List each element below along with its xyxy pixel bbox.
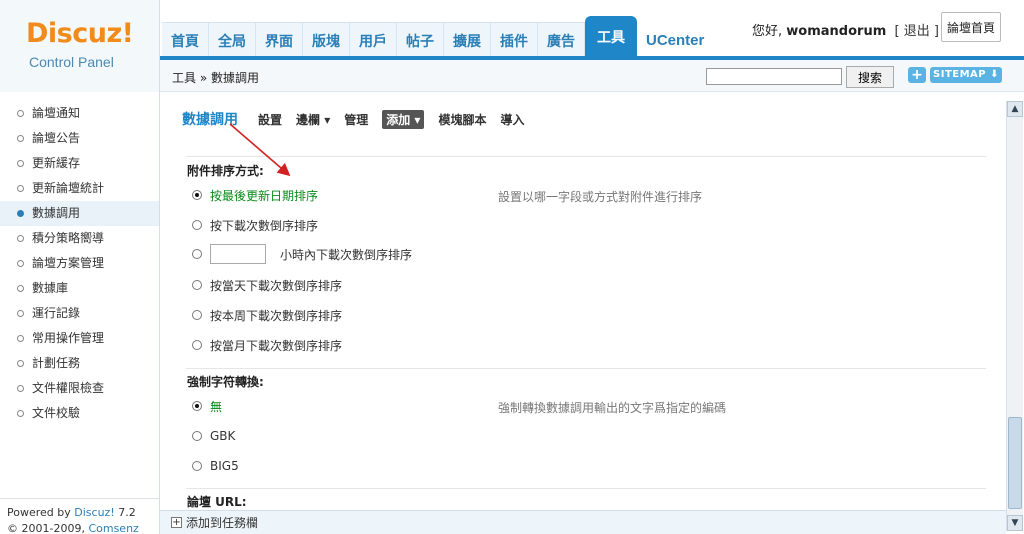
divider [186, 488, 986, 489]
version-text: 7.2 [118, 506, 136, 519]
sidebar-item-forum-schemes[interactable]: 論壇方案管理 [0, 251, 159, 276]
radio[interactable] [192, 340, 202, 350]
logo-subtitle: Control Panel [29, 54, 114, 70]
tab-tools[interactable]: 工具 [585, 16, 637, 58]
sidebar-item-update-stats[interactable]: 更新論壇統計 [0, 176, 159, 201]
tab-interface[interactable]: 界面 [256, 22, 303, 58]
subnav-module-script[interactable]: 模塊腳本 [438, 111, 486, 128]
tab-ads[interactable]: 廣告 [538, 22, 585, 58]
radio[interactable] [192, 431, 202, 441]
discuz-link[interactable]: Discuz! [74, 506, 114, 519]
radio[interactable] [192, 220, 202, 230]
logo-brand: Discuz! [26, 18, 134, 49]
sidebar-item-logs[interactable]: 運行記錄 [0, 301, 159, 326]
scroll-down-icon[interactable]: ▼ [1007, 515, 1023, 531]
option-sort-week[interactable]: 按本周下載次數倒序排序 [192, 306, 342, 324]
option-label: 按最後更新日期排序 [210, 188, 319, 203]
option-label: 小時內下載次數倒序排序 [280, 247, 413, 262]
option-charset-gbk[interactable]: GBK [192, 427, 235, 445]
option-charset-big5[interactable]: BIG5 [192, 457, 239, 475]
option-label: 按下載次數倒序排序 [210, 218, 319, 233]
radio[interactable] [192, 310, 202, 320]
scroll-thumb[interactable] [1008, 417, 1022, 509]
radio[interactable] [192, 249, 202, 259]
subnav-manage[interactable]: 管理 [344, 111, 368, 128]
subnav-sidebar[interactable]: 邊欄 ▾ [296, 111, 330, 128]
charset-hint: 強制轉換數據調用輸出的文字爲指定的編碼 [498, 401, 727, 415]
powered-text: Powered by [7, 506, 71, 519]
search-input[interactable] [706, 68, 842, 85]
option-label: 按當月下載次數倒序排序 [210, 338, 343, 353]
tab-home[interactable]: 首頁 [162, 22, 209, 58]
option-label: 按當天下載次數倒序排序 [210, 278, 343, 293]
sidebar-item-data-call[interactable]: 數據調用 [0, 201, 159, 226]
sidebar-item-forum-notice[interactable]: 論壇通知 [0, 101, 159, 126]
sidebar-item-database[interactable]: 數據庫 [0, 276, 159, 301]
greeting: 您好, [752, 24, 783, 39]
tab-users[interactable]: 用戶 [350, 22, 397, 58]
sitemap-button[interactable]: SITEMAP ⬇ [930, 67, 1002, 83]
option-sort-month[interactable]: 按當月下載次數倒序排序 [192, 336, 342, 354]
add-shortcut-icon[interactable]: + [908, 67, 926, 83]
tab-extensions[interactable]: 擴展 [444, 22, 491, 58]
attach-sort-hint: 設置以哪一字段或方式對附件進行排序 [498, 190, 703, 204]
radio-selected[interactable] [192, 190, 202, 200]
option-label: BIG5 [210, 459, 239, 473]
sidebar-item-update-cache[interactable]: 更新緩存 [0, 151, 159, 176]
logout-link[interactable]: [ 退出 ] [895, 24, 939, 39]
search-button[interactable]: 搜索 [846, 66, 894, 88]
tab-global[interactable]: 全局 [209, 22, 256, 58]
annotation-arrow-icon [229, 123, 291, 177]
option-label: 無 [210, 399, 223, 414]
breadcrumb-bar: 工具 » 數據調用 搜索 + SITEMAP ⬇ [160, 60, 1024, 92]
forum-url-title: 論壇 URL: [187, 495, 247, 509]
subnav-add[interactable]: 添加 ▾ [382, 109, 425, 129]
sidebar-item-common-ops[interactable]: 常用操作管理 [0, 326, 159, 351]
logo: Discuz! Control Panel [0, 0, 160, 92]
subnav-import[interactable]: 導入 [500, 111, 524, 128]
option-label: GBK [210, 429, 236, 443]
forum-home-button[interactable]: 論壇首頁 [941, 12, 1001, 42]
footer-powered: Powered by Discuz! 7.2 [7, 505, 159, 521]
option-sort-hourly[interactable]: 小時內下載次數倒序排序 [192, 244, 413, 264]
add-to-taskbar[interactable]: + 添加到任務欄 [171, 514, 258, 531]
option-charset-none[interactable]: 無 [192, 397, 222, 415]
vertical-scrollbar[interactable]: ▲ ▼ [1006, 101, 1023, 531]
user-info: 您好, womandorum [ 退出 ] [752, 20, 939, 39]
hours-input[interactable] [210, 244, 266, 264]
tab-plugins[interactable]: 插件 [491, 22, 538, 58]
option-sort-today[interactable]: 按當天下載次數倒序排序 [192, 276, 342, 294]
breadcrumb: 工具 » 數據調用 [172, 71, 259, 85]
main-nav: 首頁 全局 界面 版塊 用戶 帖子 擴展 插件 廣告 工具 UCenter [162, 16, 714, 58]
add-to-taskbar-label: 添加到任務欄 [186, 516, 259, 530]
sidebar-item-file-verify[interactable]: 文件校驗 [0, 401, 159, 426]
scroll-up-icon[interactable]: ▲ [1007, 101, 1023, 117]
footer-copyright: © 2001-2009, Comsenz Inc. [7, 521, 159, 534]
username: womandorum [786, 24, 887, 39]
sidebar-item-credits-wizard[interactable]: 積分策略嚮導 [0, 226, 159, 251]
option-sort-downloads[interactable]: 按下載次數倒序排序 [192, 216, 318, 234]
radio[interactable] [192, 280, 202, 290]
radio-selected[interactable] [192, 401, 202, 411]
sidebar-item-announcements[interactable]: 論壇公告 [0, 126, 159, 151]
sidebar: 論壇通知 論壇公告 更新緩存 更新論壇統計 數據調用 積分策略嚮導 論壇方案管理… [0, 92, 160, 534]
divider [186, 156, 986, 157]
sidebar-item-scheduled-tasks[interactable]: 計劃任務 [0, 351, 159, 376]
radio[interactable] [192, 461, 202, 471]
sidebar-item-file-permissions[interactable]: 文件權限檢查 [0, 376, 159, 401]
tab-ucenter[interactable]: UCenter [637, 22, 714, 58]
bottom-bar: + 添加到任務欄 [160, 510, 1006, 534]
charset-title: 強制字符轉換: [187, 375, 264, 389]
option-label: 按本周下載次數倒序排序 [210, 308, 343, 323]
tab-posts[interactable]: 帖子 [397, 22, 444, 58]
footer: Powered by Discuz! 7.2 © 2001-2009, Coms… [0, 498, 159, 534]
sidebar-menu: 論壇通知 論壇公告 更新緩存 更新論壇統計 數據調用 積分策略嚮導 論壇方案管理… [0, 92, 159, 426]
option-sort-last-update[interactable]: 按最後更新日期排序 [192, 186, 318, 204]
divider [186, 368, 986, 369]
tab-forums[interactable]: 版塊 [303, 22, 350, 58]
plus-box-icon[interactable]: + [171, 517, 182, 528]
header: Discuz! Control Panel 首頁 全局 界面 版塊 用戶 帖子 … [0, 0, 1024, 92]
copyright-text: © 2001-2009, [7, 522, 85, 534]
